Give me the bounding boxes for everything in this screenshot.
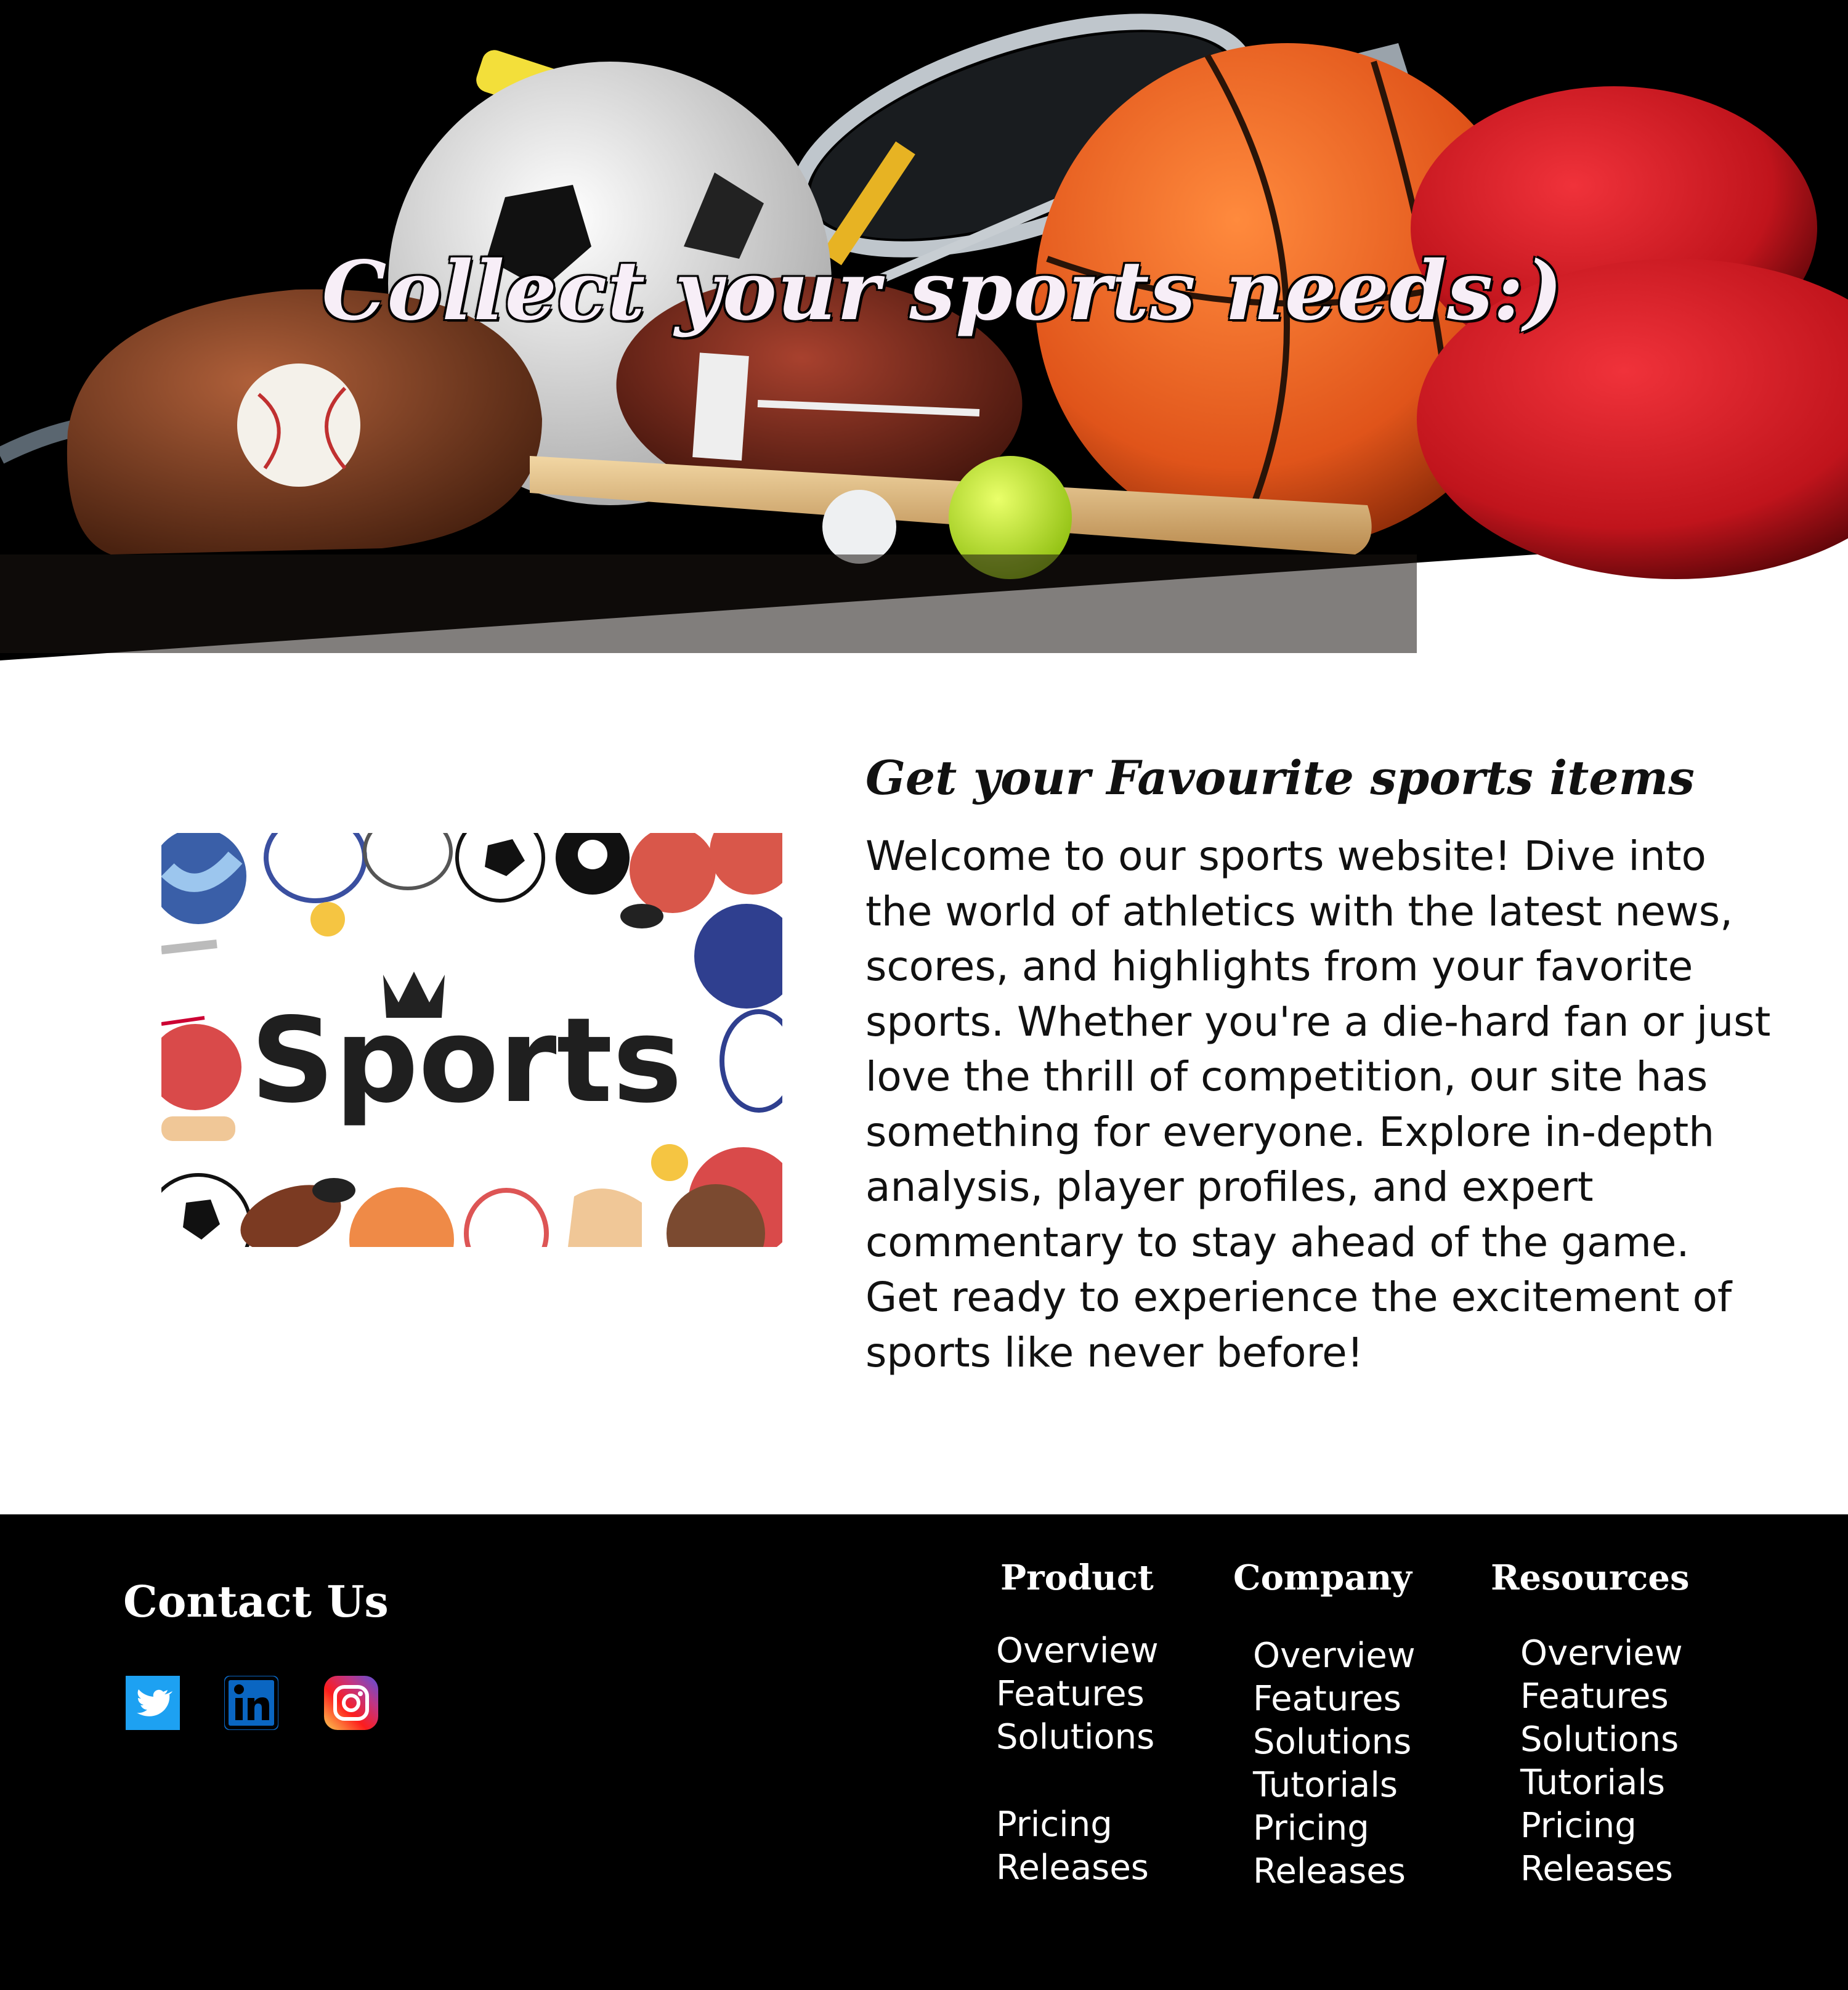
footer-link-features[interactable]: Features — [996, 1673, 1145, 1716]
footer-column-title: Resources — [1491, 1557, 1690, 1598]
section-body: Welcome to our sports website! Dive into… — [865, 832, 1771, 1376]
sports-illustration: Sports — [161, 833, 782, 1247]
footer-link-pricing[interactable]: Pricing — [996, 1803, 1112, 1846]
section-heading: Get your Favourite sports items — [865, 750, 1695, 805]
footer-link-overview[interactable]: Overview — [1253, 1635, 1416, 1678]
footer-link-features[interactable]: Features — [1253, 1678, 1401, 1721]
footer-link-solutions[interactable]: Solutions — [996, 1716, 1154, 1759]
footer-link-solutions[interactable]: Solutions — [1253, 1721, 1411, 1764]
footer-link-solutions[interactable]: Solutions — [1520, 1718, 1679, 1761]
footer-column-title: Company — [1233, 1557, 1412, 1598]
contact-heading: Contact Us — [123, 1576, 389, 1627]
sports-thumbnail: Sports — [161, 833, 782, 1247]
sports-wordmark: Sports — [251, 993, 683, 1129]
footer: Contact Us Product Overview Features Sol… — [0, 1514, 1848, 1990]
twitter-icon[interactable] — [126, 1676, 180, 1730]
footer-link-overview[interactable]: Overview — [996, 1630, 1159, 1673]
footer-link-pricing[interactable]: Pricing — [1253, 1807, 1369, 1850]
footer-link-releases[interactable]: Releases — [1253, 1850, 1406, 1893]
footer-link-tutorials[interactable]: Tutorials — [1253, 1764, 1398, 1807]
hero-banner: Collect your sports needs:) — [0, 0, 1848, 662]
footer-link-features[interactable]: Features — [1520, 1675, 1669, 1718]
linkedin-icon[interactable] — [224, 1676, 278, 1730]
footer-link-releases[interactable]: Releases — [1520, 1848, 1673, 1891]
footer-link-releases[interactable]: Releases — [996, 1846, 1149, 1890]
footer-link-overview[interactable]: Overview — [1520, 1632, 1683, 1675]
footer-link-tutorials[interactable]: Tutorials — [1520, 1761, 1665, 1805]
instagram-icon[interactable] — [324, 1676, 378, 1730]
hero-title: Collect your sports needs:) — [322, 243, 1563, 339]
footer-column-title: Product — [1000, 1557, 1154, 1598]
footer-link-pricing[interactable]: Pricing — [1520, 1805, 1637, 1848]
